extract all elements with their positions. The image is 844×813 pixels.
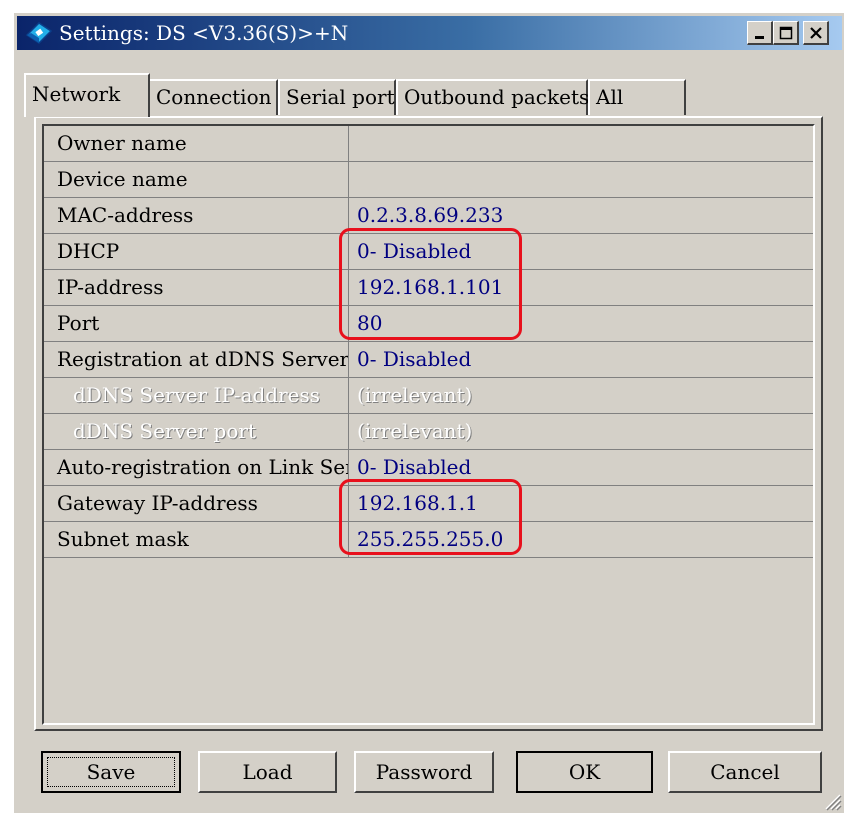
tab-strip: Network Connection Serial port Outbound … xyxy=(14,73,844,117)
tab-outbound-packets[interactable]: Outbound packets xyxy=(396,79,590,115)
save-button[interactable]: Save xyxy=(41,751,181,793)
tab-network[interactable]: Network xyxy=(24,73,150,117)
password-button-label: Password xyxy=(375,760,473,784)
setting-row-dhcp[interactable]: DHCP 0- Disabled xyxy=(44,234,813,270)
setting-value[interactable]: 255.255.255.0 xyxy=(350,522,813,557)
setting-name: dDNS Server port xyxy=(44,414,349,449)
setting-row-ip-address[interactable]: IP-address 192.168.1.101 xyxy=(44,270,813,306)
setting-row-device-name[interactable]: Device name xyxy=(44,162,813,198)
maximize-button[interactable] xyxy=(773,21,799,45)
setting-name: Device name xyxy=(44,162,349,197)
setting-value[interactable]: 192.168.1.101 xyxy=(350,270,813,305)
setting-name: Registration at dDNS Server xyxy=(44,342,349,377)
setting-value[interactable]: 0.2.3.8.69.233 xyxy=(350,198,813,233)
title-bar[interactable]: Settings: DS <V3.36(S)>+N xyxy=(17,16,842,50)
setting-row-ddns-server-port: dDNS Server port (irrelevant) xyxy=(44,414,813,450)
settings-grid: Owner name Device name MAC-address 0.2.3… xyxy=(42,124,815,725)
tab-serial-port-label: Serial port xyxy=(286,85,395,109)
setting-row-subnet-mask[interactable]: Subnet mask 255.255.255.0 xyxy=(44,522,813,558)
tab-network-label: Network xyxy=(32,82,121,106)
maximize-icon xyxy=(779,26,792,39)
setting-name: Port xyxy=(44,306,349,341)
setting-name: DHCP xyxy=(44,234,349,269)
ok-button[interactable]: OK xyxy=(516,751,653,793)
tab-connection[interactable]: Connection xyxy=(148,79,278,115)
setting-name: Gateway IP-address xyxy=(44,486,349,521)
setting-value[interactable]: 0- Disabled xyxy=(350,234,813,269)
setting-value[interactable]: 192.168.1.1 xyxy=(350,486,813,521)
load-button[interactable]: Load xyxy=(198,751,337,793)
tab-serial-port[interactable]: Serial port xyxy=(278,79,396,115)
settings-app-icon xyxy=(25,22,53,44)
setting-row-port[interactable]: Port 80 xyxy=(44,306,813,342)
settings-window: Settings: DS <V3.36(S)>+N Network Connec… xyxy=(13,12,844,813)
tab-all-label: All xyxy=(596,85,624,109)
tab-connection-label: Connection xyxy=(156,85,272,109)
network-tab-panel: Owner name Device name MAC-address 0.2.3… xyxy=(34,116,823,731)
password-button[interactable]: Password xyxy=(354,751,494,793)
minimize-icon xyxy=(754,35,764,39)
setting-value[interactable] xyxy=(350,126,813,161)
setting-row-mac-address[interactable]: MAC-address 0.2.3.8.69.233 xyxy=(44,198,813,234)
setting-name: Subnet mask xyxy=(44,522,349,557)
setting-value[interactable] xyxy=(350,162,813,197)
setting-value: (irrelevant) xyxy=(357,419,473,443)
window-title: Settings: DS <V3.36(S)>+N xyxy=(59,21,349,45)
setting-row-gateway-ip[interactable]: Gateway IP-address 192.168.1.1 xyxy=(44,486,813,522)
setting-row-owner-name[interactable]: Owner name xyxy=(44,126,813,162)
close-icon xyxy=(809,26,822,39)
setting-row-auto-registration[interactable]: Auto-registration on Link Server 0- Disa… xyxy=(44,450,813,486)
setting-value[interactable]: 80 xyxy=(350,306,813,341)
ok-button-label: OK xyxy=(568,760,601,784)
setting-name: MAC-address xyxy=(44,198,349,233)
setting-name: IP-address xyxy=(44,270,349,305)
tab-all[interactable]: All xyxy=(588,79,686,115)
setting-name: Auto-registration on Link Server xyxy=(44,450,349,485)
tab-outbound-packets-label: Outbound packets xyxy=(404,85,590,109)
setting-row-ddns-registration[interactable]: Registration at dDNS Server 0- Disabled xyxy=(44,342,813,378)
setting-value[interactable]: 0- Disabled xyxy=(350,342,813,377)
resize-grip-icon[interactable] xyxy=(820,789,842,811)
close-button[interactable] xyxy=(803,21,829,45)
focus-rectangle xyxy=(47,757,175,787)
cancel-button[interactable]: Cancel xyxy=(668,751,822,793)
cancel-button-label: Cancel xyxy=(710,760,780,784)
setting-value[interactable]: 0- Disabled xyxy=(350,450,813,485)
setting-name: dDNS Server IP-address xyxy=(44,378,349,413)
setting-row-ddns-server-ip: dDNS Server IP-address (irrelevant) xyxy=(44,378,813,414)
load-button-label: Load xyxy=(242,760,293,784)
minimize-button[interactable] xyxy=(747,21,773,45)
setting-value: (irrelevant) xyxy=(357,383,473,407)
setting-name: Owner name xyxy=(44,126,349,161)
